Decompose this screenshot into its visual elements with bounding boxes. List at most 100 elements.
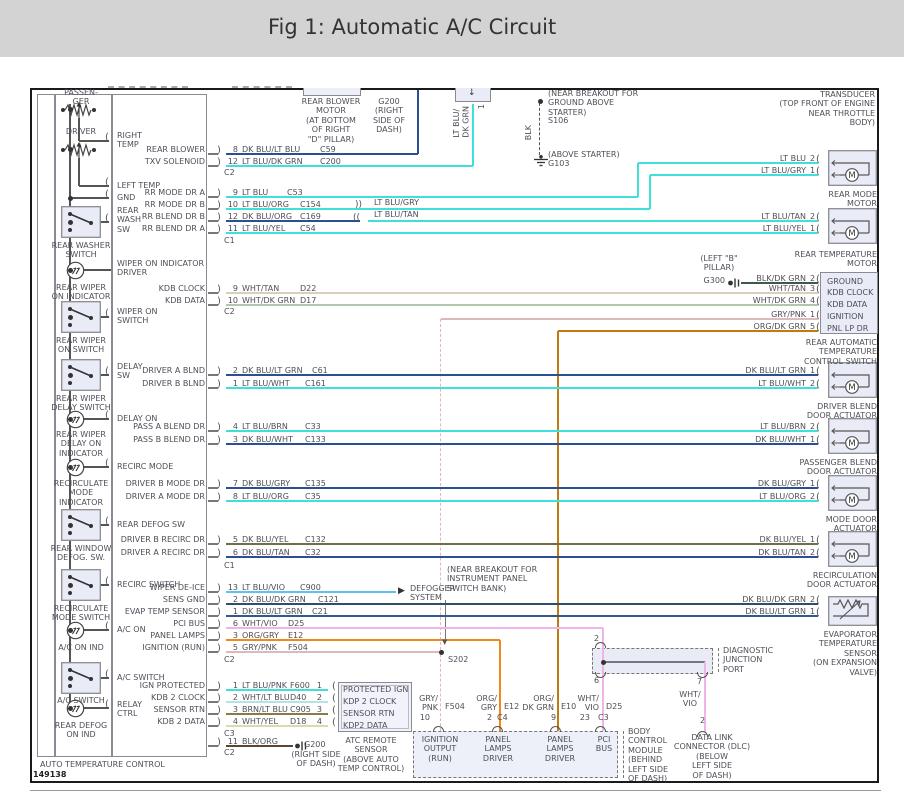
wire-circuit-code: E12 xyxy=(288,631,303,640)
rear-mode-motor-icon: M xyxy=(828,150,877,186)
junction-dot xyxy=(68,196,73,201)
wire-color-label: LT BLU xyxy=(242,188,268,197)
wire-v xyxy=(637,163,639,197)
driver-temp-pot-icon xyxy=(60,140,104,160)
connector-arc-icon: ) xyxy=(217,681,221,693)
wire-v xyxy=(417,90,419,154)
wire-color-label: LT BLU/WHT xyxy=(242,379,290,388)
wire-circuit-code: D18 xyxy=(290,717,306,726)
diagram-label: ▶ xyxy=(398,586,405,597)
wire-color-label: DK BLU/GRY xyxy=(242,479,290,488)
connector-arc-icon: ) xyxy=(217,619,221,631)
wire-pin: 1 xyxy=(222,681,238,690)
connector-arc-icon: ) xyxy=(217,422,221,434)
wire-pin: 8 xyxy=(222,145,238,154)
wire-pin: 4 xyxy=(310,717,322,726)
connector-arc-icon xyxy=(433,726,444,732)
diagram-label: KDB DATA xyxy=(827,300,867,309)
diagram-label: REAR WIPER DELAY SWITCH xyxy=(50,394,112,413)
wire-pin: 1 xyxy=(810,366,815,375)
svg-text:M: M xyxy=(848,383,855,393)
diagram-label: REAR WIPER ON SWITCH xyxy=(50,336,112,355)
connector-arc-icon: ) xyxy=(217,693,221,705)
connector-arc-icon xyxy=(492,726,503,732)
wire-v xyxy=(78,158,79,186)
wire-pin: 2 xyxy=(810,595,815,604)
connector-arc-icon xyxy=(550,726,561,732)
wire-color-label: WHT/DK GRN xyxy=(710,296,806,305)
diagnostic-junction-port-label: DIAGNOSTIC JUNCTION PORT xyxy=(723,646,773,674)
wire-color-label: DK BLU/TAN xyxy=(710,548,806,557)
wire-pin: 1 xyxy=(810,479,815,488)
diagram-label: ▼ xyxy=(442,638,447,646)
wire-pin: 1 xyxy=(810,166,815,175)
diagram-label: DRIVER B BLND xyxy=(105,379,205,388)
wire-pin: 4 xyxy=(222,422,238,431)
connector-arc-icon: ) xyxy=(217,535,221,547)
connector-arc-icon: ( xyxy=(816,607,820,619)
connector-arc-icon: ) xyxy=(217,705,221,717)
wire-v xyxy=(649,175,651,209)
connector-arc-icon: ) xyxy=(217,595,221,607)
diagram-label: WIPER ON INDICATOR DRIVER xyxy=(117,259,204,278)
diagram-label: DRIVER B RECIRC DR xyxy=(105,535,205,544)
connector-arc-icon: ) xyxy=(217,548,221,560)
wire-h xyxy=(70,197,109,198)
wire-pin: 12 xyxy=(222,212,238,221)
diagram-label: C2 xyxy=(224,168,235,177)
diagram-label: C1 xyxy=(224,236,235,245)
connector-arc-icon: ) xyxy=(217,583,221,595)
diagram-label: REAR DEFOG SW xyxy=(117,520,185,529)
diagram-label: PCI BUS xyxy=(589,735,619,754)
wire-v xyxy=(623,731,624,778)
dlc-label: DATA LINK CONNECTOR (DLC) (BELOW LEFT SI… xyxy=(671,733,753,780)
wire-color-label: WHT/VIO xyxy=(242,619,278,628)
diagram-label: WHT/ VIO xyxy=(563,694,599,713)
wire-color-label: DK BLU/WHT xyxy=(242,435,293,444)
diagram-label: 7 xyxy=(697,677,702,686)
diagram-label: MODE DOOR ACTUATOR xyxy=(787,515,877,534)
connector-arc-icon: ) xyxy=(217,631,221,643)
wire-pin: 11 xyxy=(222,224,238,233)
wire-circuit-code: C135 xyxy=(305,479,326,488)
diagram-label: DRIVER A BLND xyxy=(105,366,205,375)
diagram-label: DRIVER BLEND DOOR ACTUATOR xyxy=(787,402,877,421)
diagram-label: 2 xyxy=(700,716,705,725)
wire-circuit-code: D17 xyxy=(300,296,316,305)
stub-arc-icon: ( xyxy=(105,458,109,470)
connector-arc-icon: ) xyxy=(217,717,221,729)
wire-color-label: DK BLU/DK GRN xyxy=(710,595,806,604)
diagram-label: IGNITION OUTPUT (RUN) xyxy=(410,735,470,763)
junction-dot xyxy=(538,99,543,104)
wire-circuit-code: C161 xyxy=(305,379,326,388)
wire-pin: 1 xyxy=(222,379,238,388)
wire-circuit-code: C61 xyxy=(312,366,328,375)
connector-arc-icon: ) xyxy=(217,737,221,749)
diagram-label: RECIRCULATE MODE INDICATOR xyxy=(50,479,112,507)
s202-note: (NEAR BREAKOUT FOR INSTRUMENT PANEL SWIT… xyxy=(447,565,537,593)
wiring-diagram-page: Fig 1: Automatic A/C Circuit )8DK BLU/LT… xyxy=(0,0,904,800)
wire-pin: 3 xyxy=(222,705,238,714)
wire-pin: 2 xyxy=(222,693,238,702)
auto-temp-control-label: AUTO TEMPERATURE CONTROL xyxy=(40,760,165,769)
s202-label: S202 xyxy=(448,655,468,664)
passenger-blend-door-actuator-icon: M xyxy=(828,418,877,454)
wire-pin: 1 xyxy=(810,607,815,616)
svg-text:M: M xyxy=(848,552,855,562)
wire-v xyxy=(440,654,441,731)
connector-arc-icon: ( xyxy=(816,166,820,178)
connector-arc-icon: ) xyxy=(217,643,221,655)
diagram-label: KDB 2 CLOCK xyxy=(105,693,205,702)
wire-color-label: DK BLU/DK GRN xyxy=(242,595,306,604)
wire-v xyxy=(557,331,559,731)
diagram-label: SENSOR RTN xyxy=(343,709,394,718)
wire-color-label: GRY/PNK xyxy=(242,643,277,652)
s106-note: (NEAR BREAKOUT FOR GROUND ABOVE STARTER) xyxy=(548,89,638,117)
diagram-label: LT BLU/TAN xyxy=(374,210,419,219)
connector-arc-icon: ( xyxy=(816,366,820,378)
g200-bottom-label: G200 xyxy=(304,740,325,749)
connector-arc-icon: ) xyxy=(217,188,221,200)
wire-circuit-code: C200 xyxy=(320,157,341,166)
figure-number: 149138 xyxy=(33,770,66,779)
wire-color-label: LT BLU/WHT xyxy=(710,379,806,388)
